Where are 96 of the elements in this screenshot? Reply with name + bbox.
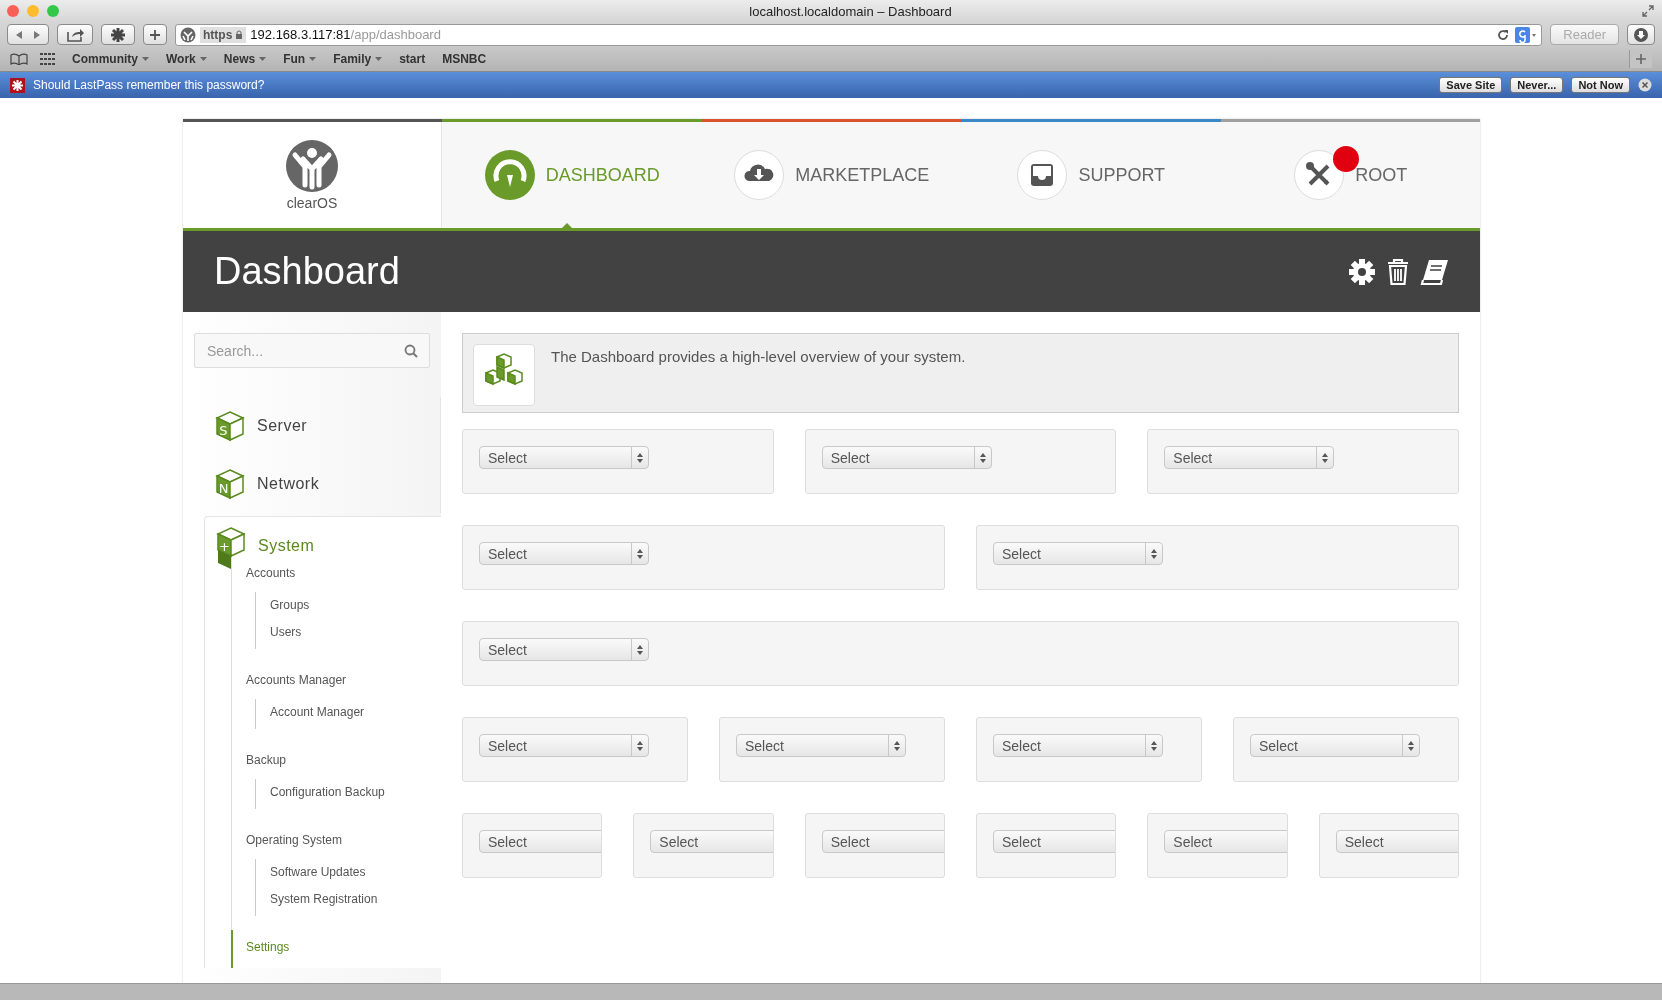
asterisk-icon (110, 26, 126, 43)
menu-group-item[interactable]: Backup (246, 753, 441, 767)
plus-icon (1636, 54, 1646, 64)
select-dropdown[interactable]: Select (993, 830, 1116, 853)
bookmark-item[interactable]: News (223, 52, 267, 66)
caret-icon (259, 57, 267, 61)
intro-text: The Dashboard provides a high-level overview of your system. (551, 348, 966, 367)
updown-arrow-icon (1150, 740, 1158, 751)
plus-icon (149, 28, 161, 41)
lastpass-button[interactable]: Not Now (1571, 77, 1630, 93)
menu-item[interactable]: Groups (270, 598, 441, 612)
select-dropdown[interactable]: Select (993, 734, 1163, 757)
address-field[interactable]: https 192.168.3.117:81/app/dashboard (175, 23, 1543, 46)
https-badge: https (200, 26, 247, 43)
site-icon (180, 26, 196, 43)
bookmark-item[interactable]: Work (166, 52, 207, 66)
window-title: localhost.localdomain – Dashboard (748, 3, 953, 19)
updown-arrow-icon (1321, 452, 1330, 463)
download-icon (1633, 26, 1649, 43)
select-dropdown[interactable]: Select (479, 830, 602, 853)
url-path: /app/dashboard (350, 27, 441, 42)
nav-tab[interactable]: MARKETPLACE (701, 119, 961, 228)
select-dropdown[interactable]: Select (736, 734, 906, 757)
search-field[interactable]: Search... (194, 333, 430, 368)
lock-icon (235, 29, 244, 40)
close-icon[interactable] (1638, 78, 1652, 92)
search-engine-icon[interactable] (1515, 26, 1538, 43)
select-dropdown[interactable]: Select (479, 734, 649, 757)
menu-item[interactable]: Software Updates (270, 865, 441, 879)
bookmark-item[interactable]: start (399, 52, 426, 66)
page-title: Dashboard (214, 250, 401, 293)
back-forward-buttons[interactable] (7, 24, 49, 45)
menu-group-item[interactable]: Accounts Manager (246, 673, 441, 687)
updown-arrow-icon (636, 644, 644, 655)
updown-arrow-icon (636, 740, 644, 751)
updown-arrow-icon (893, 740, 901, 751)
lastpass-button[interactable]: Never... (1510, 77, 1564, 93)
menu-group-item[interactable]: Settings (246, 940, 441, 954)
caret-icon (309, 57, 317, 61)
url-host: 192.168.3.117:81 (250, 27, 351, 42)
menu-item[interactable]: System Registration (270, 892, 441, 906)
logo-icon (285, 139, 339, 193)
search-icon (404, 344, 418, 358)
select-dropdown[interactable]: Select (1250, 734, 1420, 757)
reload-icon[interactable] (1497, 28, 1510, 41)
updown-arrow-icon (636, 452, 644, 463)
logo-text: clearOS (286, 195, 338, 211)
bookmark-item[interactable]: MSNBC (442, 52, 487, 66)
select-dropdown[interactable]: Select (1164, 446, 1335, 469)
caret-icon (199, 57, 207, 61)
book-icon[interactable] (1420, 257, 1450, 286)
lastpass-message: Should LastPass remember this password? (33, 78, 266, 92)
book-icon[interactable] (10, 53, 28, 65)
gauge-icon (483, 149, 536, 201)
lastpass-button[interactable] (101, 24, 135, 45)
select-dropdown[interactable]: Select (650, 830, 773, 853)
settings-icon[interactable] (1348, 257, 1376, 286)
category-item[interactable]: N Network (215, 455, 440, 513)
category-item[interactable]: S Server (215, 397, 440, 455)
updown-arrow-icon (1407, 740, 1415, 751)
caret-icon (375, 57, 383, 61)
menu-item[interactable]: Account Manager (270, 705, 441, 719)
share-button[interactable] (57, 24, 93, 45)
bookmark-item[interactable]: Community (72, 52, 149, 66)
menu-group-item[interactable]: Operating System (246, 833, 441, 847)
grid-icon[interactable] (40, 53, 56, 65)
select-dropdown[interactable]: Select (479, 638, 649, 661)
new-tab-button[interactable] (1629, 50, 1652, 68)
menu-item[interactable]: Users (270, 625, 441, 639)
fullscreen-icon[interactable] (1642, 5, 1654, 17)
share-icon (66, 27, 84, 42)
add-tab-button[interactable] (143, 24, 167, 45)
updown-arrow-icon (978, 452, 987, 463)
lastpass-button[interactable]: Save Site (1439, 77, 1503, 93)
inbox-icon (1016, 149, 1069, 201)
nav-tab[interactable]: SUPPORT (961, 119, 1221, 228)
select-dropdown[interactable]: Select (479, 446, 649, 469)
select-dropdown[interactable]: Select (993, 542, 1163, 565)
select-dropdown[interactable]: Select (479, 542, 649, 565)
bookmark-item[interactable]: Family (333, 52, 383, 66)
nav-tab[interactable]: ROOT (1220, 119, 1480, 228)
caret-icon (142, 57, 149, 61)
select-dropdown[interactable]: Select (1164, 830, 1287, 853)
trash-icon[interactable] (1386, 257, 1410, 286)
updown-arrow-icon (1150, 548, 1158, 559)
updown-arrow-icon (636, 548, 644, 559)
menu-item[interactable]: Configuration Backup (270, 785, 441, 799)
cloud-download-icon (733, 149, 786, 201)
select-dropdown[interactable]: Select (821, 446, 992, 469)
downloads-button[interactable] (1627, 24, 1655, 45)
select-dropdown[interactable]: Select (821, 830, 944, 853)
bookmark-item[interactable]: Fun (283, 52, 317, 66)
select-dropdown[interactable]: Select (1335, 830, 1458, 853)
tools-icon (1293, 149, 1346, 201)
menu-group-item[interactable]: Accounts (246, 566, 441, 580)
lastpass-icon (10, 77, 25, 93)
